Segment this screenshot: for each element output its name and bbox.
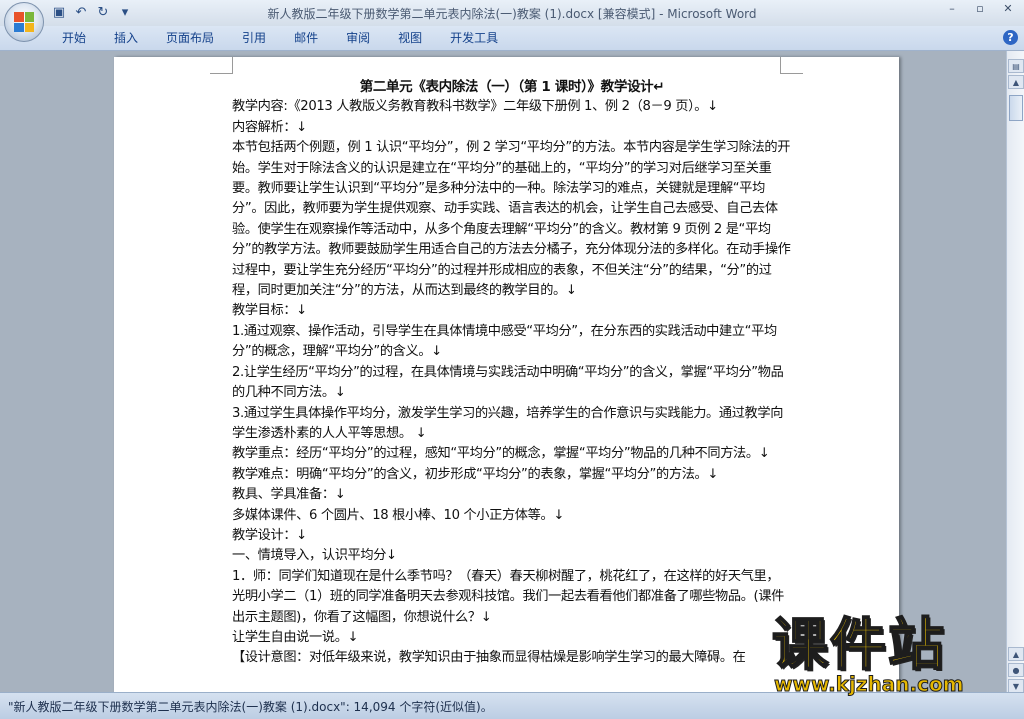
select-browse-object-icon[interactable]: ● — [1008, 663, 1024, 677]
crop-mark-top-right — [780, 57, 803, 74]
vertical-scrollbar[interactable]: ▤ ▲ ▲ ● ▼ — [1006, 51, 1024, 693]
watermark-url: www.kjzhan.com — [774, 672, 965, 697]
tab-references[interactable]: 引用 — [228, 26, 280, 50]
office-logo-icon — [14, 12, 34, 32]
paragraph-teacher-intro: 1．师：同学们知道现在是什么季节吗？（春天）春天柳树醒了，桃花红了，在这样的好天… — [232, 568, 785, 625]
paragraph-materials-heading: 教具、学具准备：↓ — [232, 487, 346, 503]
window-controls: – ▫ ✕ — [938, 0, 1022, 18]
office-button[interactable] — [4, 2, 44, 42]
help-icon[interactable]: ? — [1003, 30, 1018, 45]
tab-mailings[interactable]: 邮件 — [280, 26, 332, 50]
tab-view[interactable]: 视图 — [384, 26, 436, 50]
ruler-toggle-icon[interactable]: ▤ — [1008, 59, 1024, 73]
paragraph-content: 教学内容:《2013 人教版义务教育教科书数学》二年级下册例 1、例 2（8－9… — [232, 99, 718, 115]
scroll-up-icon[interactable]: ▲ — [1008, 75, 1024, 89]
tab-developer[interactable]: 开发工具 — [436, 26, 512, 50]
paragraph-goal-3: 3.通过学生具体操作平均分，激发学生学习的兴趣，培养学生的合作意识与实践能力。通… — [232, 405, 784, 441]
paragraph-section-1-heading: 一、情境导入，认识平均分↓ — [232, 548, 397, 564]
document-area[interactable]: 第二单元《表内除法（一）（第 1 课时）》教学设计↵ 教学内容:《2013 人教… — [0, 51, 1006, 692]
tab-home[interactable]: 开始 — [48, 26, 100, 50]
watermark: 课件站 www.kjzhan.com — [771, 613, 1004, 697]
scroll-thumb[interactable] — [1009, 95, 1023, 121]
next-page-icon[interactable]: ▼ — [1008, 679, 1024, 693]
paragraph-analysis: 本节包括两个例题，例 1 认识“平均分”，例 2 学习“平均分”的方法。本节内容… — [232, 140, 791, 299]
paragraph-goals-heading: 教学目标：↓ — [232, 303, 307, 319]
paragraph-goal-2: 2.让学生经历“平均分”的过程，在具体情境与实践活动中明确“平均分”的含义，掌握… — [232, 364, 784, 401]
paragraph-analysis-heading: 内容解析：↓ — [232, 119, 307, 135]
ribbon-tabs: 开始 插入 页面布局 引用 邮件 审阅 视图 开发工具 — [48, 26, 512, 50]
paragraph-materials: 多媒体课件、6 个圆片、18 根小棒、10 个小正方体等。↓ — [232, 507, 565, 523]
paragraph-design-heading: 教学设计：↓ — [232, 527, 307, 543]
paragraph-goal-1: 1.通过观察、操作活动，引导学生在具体情境中感受“平均分”，在分东西的实践活动中… — [232, 323, 777, 360]
ribbon: 开始 插入 页面布局 引用 邮件 审阅 视图 开发工具 ? — [0, 26, 1024, 51]
crop-mark-top-left — [210, 57, 233, 74]
tab-page-layout[interactable]: 页面布局 — [152, 26, 228, 50]
paragraph-key-point: 教学重点：经历“平均分”的过程，感知“平均分”的概念，掌握“平均分”物品的几种不… — [232, 446, 770, 462]
paragraph-free-talk: 让学生自由说一说。↓ — [232, 629, 359, 645]
paragraph-design-intent: 【设计意图：对低年级来说，教学知识由于抽象而显得枯燥是影响学生学习的最大障碍。在 — [232, 650, 746, 666]
minimize-button[interactable]: – — [938, 0, 966, 18]
close-button[interactable]: ✕ — [994, 0, 1022, 18]
tab-insert[interactable]: 插入 — [100, 26, 152, 50]
tab-review[interactable]: 审阅 — [332, 26, 384, 50]
paragraph-difficulty: 教学难点：明确“平均分”的含义，初步形成“平均分”的表象，掌握“平均分”的方法。… — [232, 466, 719, 482]
previous-page-icon[interactable]: ▲ — [1008, 647, 1024, 661]
document-title: 第二单元《表内除法（一）（第 1 课时）》教学设计↵ — [359, 79, 665, 95]
status-text: "新人教版二年级下册数学第二单元表内除法(一)教案 (1).docx": 14,… — [8, 700, 493, 714]
status-bar: "新人教版二年级下册数学第二单元表内除法(一)教案 (1).docx": 14,… — [0, 692, 1024, 719]
title-bar: ▣ ↶ ↻ ▾ 新人教版二年级下册数学第二单元表内除法(一)教案 (1).doc… — [0, 0, 1024, 42]
watermark-title: 课件站 — [771, 613, 946, 679]
window-title: 新人教版二年级下册数学第二单元表内除法(一)教案 (1).docx [兼容模式]… — [267, 7, 757, 21]
document-body[interactable]: 第二单元《表内除法（一）（第 1 课时）》教学设计↵ 教学内容:《2013 人教… — [232, 77, 792, 669]
restore-button[interactable]: ▫ — [966, 0, 994, 18]
document-page[interactable]: 第二单元《表内除法（一）（第 1 课时）》教学设计↵ 教学内容:《2013 人教… — [114, 57, 899, 692]
